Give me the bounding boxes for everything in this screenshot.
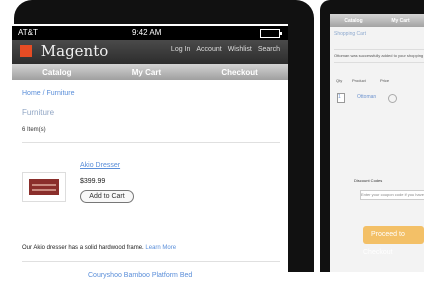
wishlist-link[interactable]: Wishlist [228,46,252,53]
status-bar: AT&T 9:42 AM [12,26,288,40]
cart-table-header: Qty Product Price [330,74,424,88]
quantity-input[interactable]: 1 [337,93,345,103]
screenshot: AT&T 9:42 AM Magento Log In Account Wish… [0,0,424,284]
carrier-label: AT&T [18,28,38,37]
header-links: Log In Account Wishlist Search [171,46,280,53]
price-header: Price [380,78,390,83]
next-product-link[interactable]: Couryshoo Bamboo Platform Bed [88,272,192,279]
product-description: Our Akio dresser has a solid hardwood fr… [22,245,176,251]
battery-icon [260,29,282,38]
catalog-content: Home / Furniture Furniture 6 Item(s) Aki… [12,80,288,279]
breadcrumb[interactable]: Home / Furniture [22,90,75,97]
tab-my-cart[interactable]: My Cart [391,18,409,24]
info-icon[interactable] [388,94,397,103]
search-link[interactable]: Search [258,46,280,53]
magento-logo-icon [20,45,32,57]
logo-text: Magento [40,42,109,60]
product-row: Akio Dresser $399.99 Add to Cart [22,154,280,214]
main-tabs: Catalog My Cart Checkout [12,64,288,80]
login-link[interactable]: Log In [171,46,190,53]
proceed-to-checkout-button[interactable]: Proceed to Checkout [363,226,424,256]
tab-catalog[interactable]: Catalog [344,18,362,24]
account-link[interactable]: Account [196,46,221,53]
dresser-image [29,179,59,195]
divider [22,261,280,262]
product-header: Product [352,78,366,83]
cart-product-link[interactable]: Ottoman [357,94,376,100]
product-thumbnail[interactable] [22,172,66,202]
cart-tabs: Catalog My Cart [330,14,424,27]
product-price: $399.99 [80,178,106,185]
description-text: Our Akio dresser has a solid hardwood fr… [22,245,144,251]
divider [22,142,280,143]
discount-label: Discount Codes [354,178,383,183]
cart-title: Shopping Cart [334,31,366,37]
qty-header: Qty [336,78,343,83]
add-to-cart-button[interactable]: Add to Cart [80,190,134,203]
learn-more-link[interactable]: Learn More [145,245,176,251]
product-name-link[interactable]: Akio Dresser [80,162,120,169]
item-count: 6 Item(s) [22,127,46,133]
tab-checkout[interactable]: Checkout [221,68,257,77]
tab-catalog[interactable]: Catalog [42,68,71,77]
cart-table-row: 1 Ottoman [330,92,424,104]
tab-my-cart[interactable]: My Cart [132,68,161,77]
status-time: 9:42 AM [132,28,162,37]
success-message: Ottoman was successfully added to your s… [334,49,424,63]
page-title: Furniture [22,108,55,117]
coupon-input[interactable]: Enter your coupon code if you have one. [360,190,424,200]
magento-logo[interactable]: Magento [20,43,108,59]
brand-header: Magento Log In Account Wishlist Search [12,40,288,64]
